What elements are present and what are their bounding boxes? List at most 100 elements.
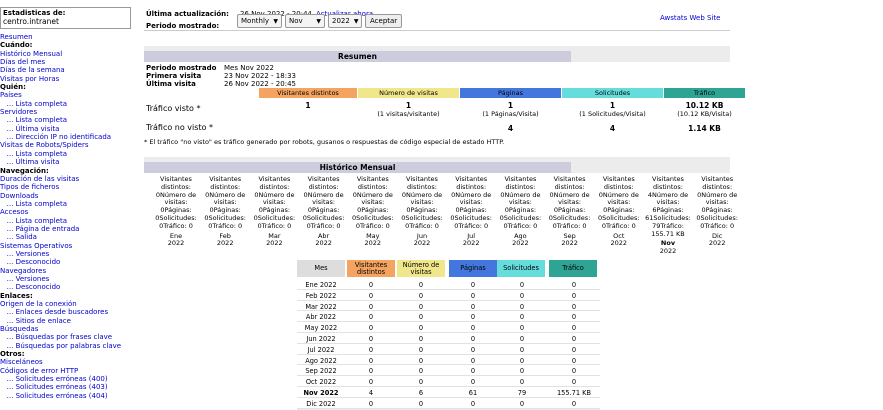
history-year-label: 2022 <box>216 239 234 248</box>
menu-link[interactable]: ... Sitios de enlace <box>0 317 140 325</box>
menu-link[interactable]: Sistemas Operativos <box>0 242 140 250</box>
history-table-col-header: Tráfico <box>549 260 597 277</box>
table-cell: 0 <box>418 302 424 311</box>
history-year-label: 2022 <box>659 247 677 256</box>
menu-link[interactable]: Búsquedas <box>0 325 140 333</box>
menu-link[interactable]: Visitas por Horas <box>0 75 140 83</box>
menu-link[interactable]: ... Lista completa <box>0 116 140 124</box>
menu-link[interactable]: ... Lista completa <box>0 150 140 158</box>
table-cell: Oct 2022 <box>305 378 337 387</box>
summary-col-header: Número de visitas <box>358 88 459 98</box>
year-select[interactable]: 2022 ▼ <box>328 14 362 28</box>
menu-link[interactable]: ... Desconocido <box>0 283 140 291</box>
menu-link[interactable]: ... Solicitudes erróneas (400) <box>0 375 140 383</box>
viewed-subvalue: (1 visitas/visitante) <box>377 110 440 118</box>
menu-link[interactable]: Días de la semana <box>0 66 140 74</box>
viewed-subvalue: (1 Páginas/Visita) <box>482 110 539 118</box>
menu-link[interactable]: ... Última visita <box>0 158 140 166</box>
table-cell: 0 <box>519 356 525 365</box>
chevron-down-icon: ▼ <box>273 17 278 25</box>
summary-last-value: 26 Nov 2022 - 20:45 <box>224 80 296 88</box>
period-label: Periodo mostrado: <box>146 22 220 30</box>
table-cell: 0 <box>470 367 476 376</box>
divider <box>571 51 730 62</box>
history-year-label: 2022 <box>610 239 628 248</box>
table-cell: 0 <box>470 324 476 333</box>
menu-link[interactable]: ... Búsquedas por frases clave <box>0 333 140 341</box>
menu-link[interactable]: Navegadores <box>0 267 140 275</box>
menu-link[interactable]: Tipos de ficheros <box>0 183 140 191</box>
table-cell: Ene 2022 <box>305 281 337 289</box>
menu-link[interactable]: Visitas de Robots/Spiders <box>0 141 140 149</box>
menu-link[interactable]: Misceláneos <box>0 358 140 366</box>
table-cell: 0 <box>418 291 424 300</box>
history-table-col-header: Visitantes distintos <box>347 260 395 277</box>
table-cell: Feb 2022 <box>305 291 337 300</box>
menu-link[interactable]: ... Solicitudes erróneas (404) <box>0 392 140 400</box>
menu-link[interactable]: Resumen <box>0 33 140 41</box>
summary-last-label: Última visita <box>146 80 196 88</box>
table-cell: 0 <box>470 356 476 365</box>
menu-link[interactable]: Histórico Mensual <box>0 50 140 58</box>
menu-link[interactable]: Días del mes <box>0 58 140 66</box>
table-cell: 0 <box>368 335 374 343</box>
table-cell: Sep 2022 <box>305 367 337 376</box>
table-row: Nov 2022 4 6 61 79 155.71 KB <box>297 387 747 398</box>
table-row: May 2022 0 0 0 0 0 <box>297 322 747 333</box>
chevron-down-icon: ▼ <box>353 17 359 25</box>
table-cell: 0 <box>519 399 525 408</box>
summary-period-value: Mes Nov 2022 <box>224 64 274 72</box>
menu-link[interactable]: ... Última visita <box>0 125 140 133</box>
awstats-link[interactable]: Awstats Web Site <box>660 14 720 22</box>
table-cell: 0 <box>368 367 374 376</box>
menu-link[interactable]: ... Desconocido <box>0 258 140 266</box>
period-type-value: Monthly <box>241 17 270 25</box>
history-month-summary: Visitantes distintos: 0Número de visitas… <box>351 175 394 230</box>
menu-link[interactable]: ... Lista completa <box>0 217 140 225</box>
table-cell: 0 <box>571 335 577 343</box>
menu-link[interactable]: ... Lista completa <box>0 200 140 208</box>
table-cell: 0 <box>368 356 374 365</box>
table-cell: Jun 2022 <box>306 335 336 343</box>
menu-link[interactable]: ... Búsquedas por palabras clave <box>0 342 140 350</box>
menu-link[interactable]: ... Versiones <box>0 275 140 283</box>
table-cell: 0 <box>418 367 424 376</box>
table-cell: 4 <box>368 389 374 397</box>
menu-link[interactable]: ... Lista completa <box>0 100 140 108</box>
history-month-column: Visitantes distintos: 0Número de visitas… <box>301 175 347 248</box>
month-value: Nov <box>289 17 303 25</box>
menu-link[interactable]: Duración de las visitas <box>0 175 140 183</box>
history-month-column: Visitantes distintos: 0Número de visitas… <box>202 175 248 248</box>
menu-link[interactable]: ... Dirección IP no identificada <box>0 133 140 141</box>
table-cell: 0 <box>470 291 476 300</box>
menu-link[interactable]: ... Enlaces desde buscadores <box>0 308 140 316</box>
table-row: Jul 2022 0 0 0 0 0 <box>297 344 747 355</box>
period-type-select[interactable]: Monthly ▼ <box>237 14 282 28</box>
viewed-subvalue: (10.12 KB/Visita) <box>677 110 732 118</box>
not-viewed-label: Tráfico no visto * <box>146 123 213 132</box>
history-month-column: Visitantes distintos: 0Número de visitas… <box>251 175 297 248</box>
viewed-value: 1 <box>305 101 311 110</box>
menu-heading: Cuándo: <box>0 41 33 50</box>
menu-link[interactable]: ... Salida <box>0 233 140 241</box>
table-cell: 0 <box>571 356 577 365</box>
menu-link[interactable]: Accesos <box>0 208 140 216</box>
menu-link[interactable]: Países <box>0 91 140 99</box>
table-cell: 0 <box>368 291 374 300</box>
menu-link[interactable]: ... Página de entrada <box>0 225 140 233</box>
history-month-column: Visitantes distintos: 4Número de visitas… <box>645 175 691 256</box>
menu-link[interactable]: Downloads <box>0 192 140 200</box>
submit-button[interactable]: Aceptar <box>365 14 403 28</box>
table-cell: 0 <box>571 378 577 387</box>
table-cell: 0 <box>519 378 525 387</box>
menu-link[interactable]: ... Versiones <box>0 250 140 258</box>
table-cell: 0 <box>571 345 577 354</box>
menu-link[interactable]: Origen de la conexión <box>0 300 140 308</box>
table-cell: 0 <box>519 367 525 376</box>
table-cell: 0 <box>368 302 374 311</box>
menu-link[interactable]: Códigos de error HTTP <box>0 367 140 375</box>
menu-link[interactable]: Servidores <box>0 108 140 116</box>
menu-link[interactable]: ... Solicitudes erróneas (403) <box>0 383 140 391</box>
month-select[interactable]: Nov ▼ <box>285 14 325 28</box>
table-cell: Jul 2022 <box>307 345 335 354</box>
